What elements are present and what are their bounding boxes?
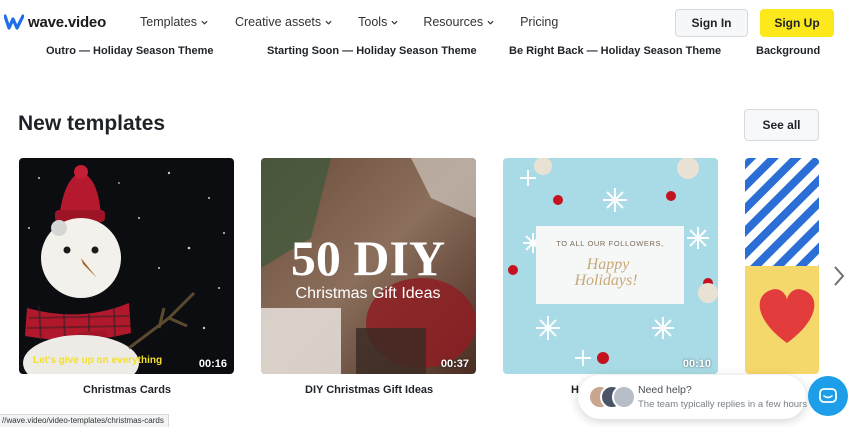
nav-templates-label: Templates [140,15,197,29]
diy-thumbnail: 50 DIY Christmas Gift Ideas [261,158,476,374]
help-subtitle: The team typically replies in a few hour… [638,399,807,410]
template-caption[interactable]: Outro — Holiday Season Theme [46,45,213,57]
logo[interactable]: wave.video [4,13,106,31]
chat-bubble-icon [819,388,837,403]
duration-badge: 00:16 [198,358,227,370]
snowman-thumbnail: Let's give up on everything [19,158,234,374]
nav-pricing[interactable]: Pricing [520,15,558,29]
nav-tools-label: Tools [358,15,388,29]
logo-text: wave.video [28,13,107,31]
nav-templates[interactable]: Templates [140,15,208,29]
holidays-thumbnail: TO ALL OUR FOLLOWERS, Happy Holidays! [503,158,718,374]
template-card-partial[interactable] [745,158,819,374]
chevron-down-icon [325,20,332,25]
sign-up-button[interactable]: Sign Up [760,9,834,37]
nav-resources[interactable]: Resources [423,15,494,29]
see-all-button[interactable]: See all [744,109,819,141]
template-card-happy-holidays[interactable]: TO ALL OUR FOLLOWERS, Happy Holidays! 00… [503,158,718,374]
overlay-caption: Let's give up on everything [33,355,162,366]
card-caption[interactable]: Christmas Cards [83,384,171,396]
overlay-greeting-1: Happy [586,256,631,273]
chevron-down-icon [201,20,208,25]
overlay-top-line: TO ALL OUR FOLLOWERS, [556,239,664,248]
nav-tools[interactable]: Tools [358,15,398,29]
overlay-greeting-2: Holidays! [573,272,637,289]
template-card-diy-gift-ideas[interactable]: 50 DIY Christmas Gift Ideas 00:37 [261,158,476,374]
template-card-christmas-cards[interactable]: Let's give up on everything 00:16 [19,158,234,374]
sign-in-button[interactable]: Sign In [675,9,748,37]
chevron-right-icon[interactable] [832,265,846,287]
template-caption[interactable]: Starting Soon — Holiday Season Theme [267,45,477,57]
card-caption[interactable]: DIY Christmas Gift Ideas [305,384,433,396]
help-title: Need help? [638,384,692,396]
chat-launcher-button[interactable] [808,376,848,416]
nav-creative-assets-label: Creative assets [234,15,322,29]
top-header: wave.video Templates Creative assets Too… [0,0,850,46]
support-avatars-icon [588,385,636,409]
nav-pricing-label: Pricing [520,15,559,29]
duration-badge: 00:10 [682,358,711,370]
main-nav: Templates Creative assets Tools Resource… [140,15,558,29]
help-widget[interactable]: Need help? The team typically replies in… [578,375,807,419]
chevron-down-icon [391,20,398,25]
wave-logo-icon [4,14,24,30]
chevron-down-icon [487,20,494,25]
nav-creative-assets[interactable]: Creative assets [235,15,332,29]
duration-badge: 00:37 [440,358,469,370]
overlay-subheadline: Christmas Gift Ideas [296,285,441,302]
template-caption[interactable]: Be Right Back — Holiday Season Theme [509,45,721,57]
overlay-headline: 50 DIY [291,230,445,286]
nav-resources-label: Resources [423,15,484,29]
template-caption[interactable]: Background [756,45,820,57]
section-title: New templates [18,112,166,135]
heart-thumbnail [745,158,819,374]
status-bar-url: //wave.video/video-templates/christmas-c… [0,414,169,427]
